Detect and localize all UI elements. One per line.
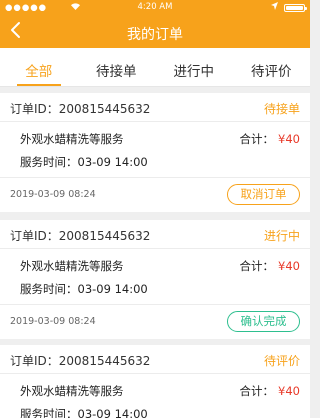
total-amount: ¥40 bbox=[278, 259, 300, 273]
total-amount: ¥40 bbox=[278, 132, 300, 146]
page-title: 我的订单 bbox=[127, 27, 183, 43]
service-time: 服务时间：03-09 14:00 bbox=[20, 282, 148, 296]
order-footer: 2019-03-09 08:24 确认完成 bbox=[0, 304, 310, 338]
order-id: 订单ID：200815445632 bbox=[10, 102, 151, 116]
service-name: 外观水蜡精洗等服务 bbox=[20, 384, 124, 398]
order-body: 外观水蜡精洗等服务 服务时间：03-09 14:00 合计： ¥40 bbox=[0, 122, 310, 172]
nav-bar: 我的订单 bbox=[0, 14, 310, 48]
order-total: 合计： ¥40 bbox=[240, 383, 300, 399]
total-label: 合计： bbox=[239, 259, 275, 273]
order-total: 合计： ¥40 bbox=[240, 131, 300, 147]
order-footer: 2019-03-09 08:24 取消订单 bbox=[0, 177, 310, 211]
tab-all[interactable]: 全部 bbox=[0, 48, 78, 86]
status-time: 4:20 AM bbox=[137, 2, 173, 12]
tab-pending-review[interactable]: 待评价 bbox=[233, 48, 311, 86]
total-amount: ¥40 bbox=[278, 384, 300, 398]
order-card[interactable]: 订单ID：200815445632 进行中 外观水蜡精洗等服务 服务时间：03-… bbox=[0, 220, 310, 339]
cancel-order-button[interactable]: 取消订单 bbox=[227, 184, 300, 205]
order-header: 订单ID：200815445632 进行中 bbox=[0, 220, 310, 249]
order-tabs: 全部 待接单 进行中 待评价 bbox=[0, 48, 310, 87]
location-icon bbox=[271, 2, 278, 12]
tab-pending-accept[interactable]: 待接单 bbox=[78, 48, 156, 86]
order-date: 2019-03-09 08:24 bbox=[10, 316, 96, 327]
battery-icon bbox=[284, 4, 307, 12]
order-status: 待接单 bbox=[263, 102, 300, 116]
tab-in-progress[interactable]: 进行中 bbox=[155, 48, 233, 86]
service-time: 服务时间：03-09 14:00 bbox=[20, 407, 148, 418]
order-header: 订单ID：200815445632 待评价 bbox=[0, 345, 310, 374]
header: ●●●●● 4:20 AM 我的订单 bbox=[0, 0, 310, 48]
order-total: 合计： ¥40 bbox=[240, 258, 300, 274]
order-status: 待评价 bbox=[263, 354, 300, 368]
service-time: 服务时间：03-09 14:00 bbox=[20, 155, 148, 169]
order-id: 订单ID：200815445632 bbox=[10, 354, 151, 368]
order-body: 外观水蜡精洗等服务 服务时间：03-09 14:00 合计： ¥40 bbox=[0, 249, 310, 299]
confirm-complete-button[interactable]: 确认完成 bbox=[227, 311, 300, 332]
order-card[interactable]: 订单ID：200815445632 待接单 外观水蜡精洗等服务 服务时间：03-… bbox=[0, 93, 310, 212]
total-label: 合计： bbox=[239, 384, 275, 398]
order-card[interactable]: 订单ID：200815445632 待评价 外观水蜡精洗等服务 服务时间：03-… bbox=[0, 345, 310, 418]
service-name: 外观水蜡精洗等服务 bbox=[20, 259, 124, 273]
order-body: 外观水蜡精洗等服务 服务时间：03-09 14:00 合计： ¥40 bbox=[0, 374, 310, 418]
service-name: 外观水蜡精洗等服务 bbox=[20, 132, 124, 146]
order-header: 订单ID：200815445632 待接单 bbox=[0, 93, 310, 122]
order-status: 进行中 bbox=[263, 229, 300, 243]
total-label: 合计： bbox=[239, 132, 275, 146]
order-id: 订单ID：200815445632 bbox=[10, 229, 151, 243]
status-bar: ●●●●● 4:20 AM bbox=[0, 0, 310, 14]
order-date: 2019-03-09 08:24 bbox=[10, 189, 96, 200]
